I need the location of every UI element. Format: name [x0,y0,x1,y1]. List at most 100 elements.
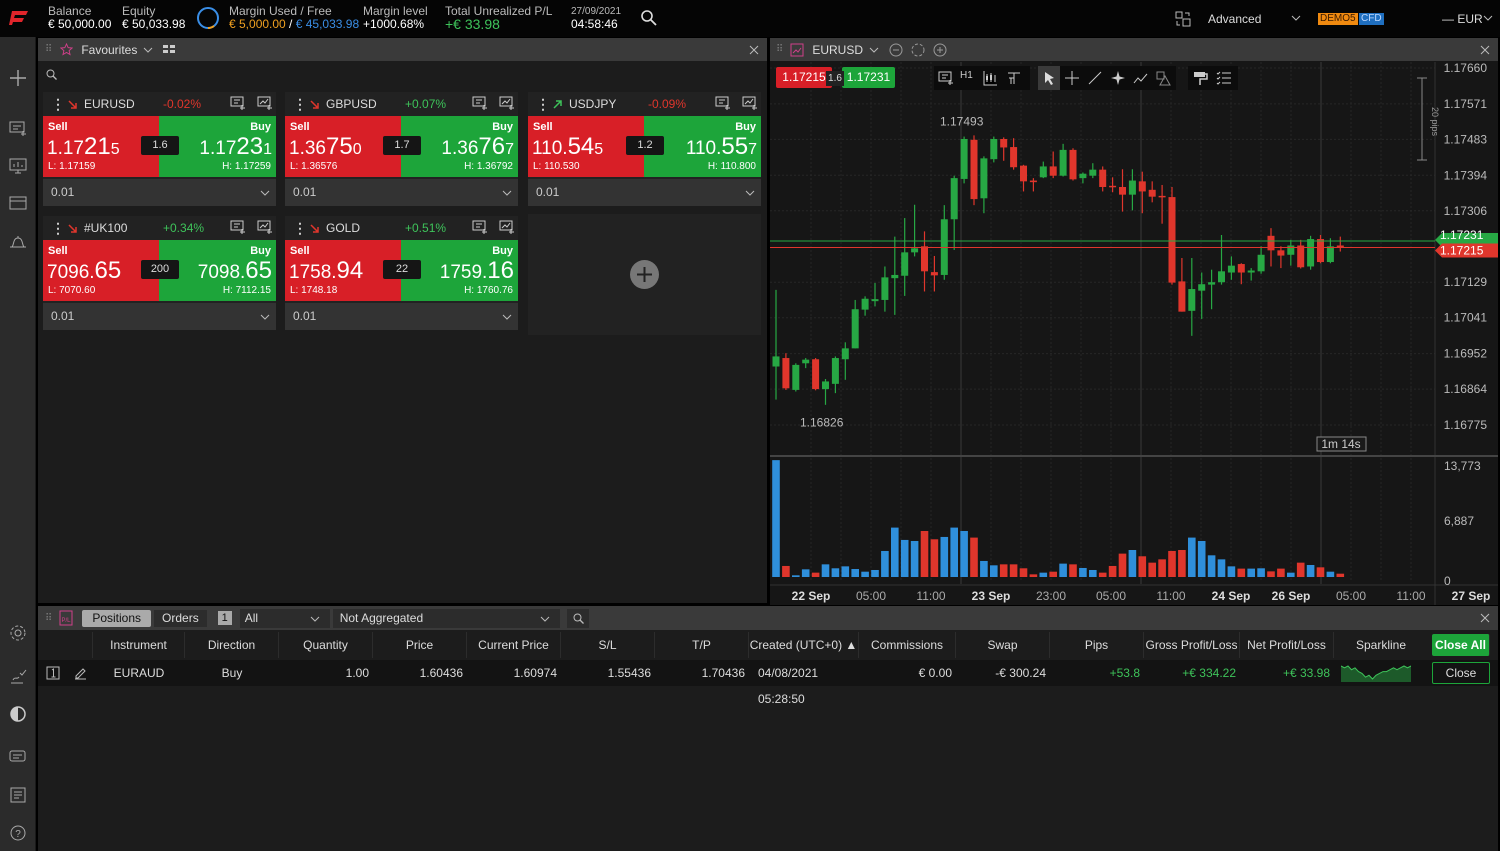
search-icon[interactable] [46,69,57,80]
col-created[interactable]: Created (UTC+0) ▲ [749,632,859,658]
edit-pencil-icon[interactable] [73,666,87,680]
quantity-dropdown[interactable]: 0.01 [285,303,518,330]
col-gross-pl[interactable]: Gross Profit/Loss [1144,632,1240,658]
positions-search-button[interactable] [566,608,589,628]
fit-icon[interactable] [911,43,925,57]
card-icon[interactable] [8,193,28,213]
tile-menu-icon[interactable]: ⋮ [536,96,550,113]
drag-handle-icon[interactable]: ⠿ [776,44,783,55]
close-icon[interactable] [1480,613,1490,623]
tile-symbol[interactable]: USDJPY [569,97,616,111]
new-order-icon[interactable] [715,96,731,111]
paint-roller-icon[interactable] [1192,70,1208,86]
col-instrument[interactable]: Instrument [93,632,185,658]
currency-dropdown[interactable]: — EUR [1442,12,1483,26]
cell-price: 1.60436 [419,666,463,680]
col-quantity[interactable]: Quantity [279,632,373,658]
col-sl[interactable]: S/L [561,632,655,658]
magic-tool-icon[interactable] [1110,70,1126,86]
quantity-dropdown[interactable]: 0.01 [285,179,518,206]
col-direction[interactable]: Direction [185,632,279,658]
tile-symbol[interactable]: GOLD [326,221,360,235]
table-row[interactable]: EURAUD Buy 1.00 1.60436 1.60974 1.55436 … [38,660,1498,706]
news-icon[interactable] [8,785,28,805]
col-pips[interactable]: Pips [1050,632,1144,658]
close-all-button[interactable]: Close All [1432,634,1490,656]
crosshair-icon[interactable] [1064,70,1080,86]
cursor-arrow-icon[interactable] [1041,70,1057,86]
col-net-pl[interactable]: Net Profit/Loss [1240,632,1334,658]
close-icon[interactable] [1480,45,1490,55]
tile-menu-icon[interactable]: ⋮ [51,220,65,237]
tab-orders[interactable]: Orders [154,609,207,627]
gear-icon[interactable] [8,623,28,643]
bell-icon[interactable] [8,232,28,252]
timeframe-button[interactable]: H1 [960,70,973,81]
col-price[interactable]: Price [373,632,467,658]
search-icon[interactable] [640,9,658,27]
new-order-icon[interactable] [472,96,488,111]
position-number-icon[interactable] [46,666,60,680]
open-chart-icon[interactable] [499,220,515,235]
chart-buy-button[interactable]: 1.17231 [842,67,895,88]
tile-menu-icon[interactable]: ⋮ [293,96,307,113]
chevron-down-icon[interactable] [1483,15,1493,21]
drag-handle-icon[interactable]: ⠿ [45,613,52,624]
quantity-dropdown[interactable]: 0.01 [528,179,761,206]
chat-icon[interactable] [8,747,28,767]
candles-type-icon[interactable] [982,70,998,86]
tile-symbol[interactable]: GBPUSD [326,97,377,111]
chevron-down-icon[interactable] [869,47,879,53]
layout-switch-icon[interactable] [1175,11,1191,27]
new-order-icon[interactable] [8,118,28,138]
chevron-down-icon[interactable] [1291,15,1301,21]
new-order-icon[interactable] [230,220,246,235]
tile-menu-icon[interactable]: ⋮ [293,220,307,237]
close-icon[interactable] [749,45,759,55]
polyline-icon[interactable] [1133,70,1149,86]
grid-view-icon[interactable] [163,44,176,55]
close-position-button[interactable]: Close [1432,662,1490,684]
col-current-price[interactable]: Current Price [467,632,561,658]
chart-monitor-icon[interactable] [8,156,28,176]
col-swap[interactable]: Swap [956,632,1050,658]
objects-list-icon[interactable] [1216,70,1232,86]
text-tool-icon[interactable] [1006,70,1022,86]
zoom-in-icon[interactable] [933,43,947,57]
plus-icon[interactable] [8,68,28,88]
open-chart-icon[interactable] [257,96,273,111]
help-icon[interactable]: ? [8,823,28,843]
price-chart[interactable]: 1.17660 1.17571 1.17483 1.17394 1.17306 1.171… [770,62,1498,605]
chevron-down-icon[interactable] [143,47,153,53]
add-tile-button[interactable] [630,260,659,289]
zoom-out-icon[interactable] [889,43,903,57]
aggregation-dropdown[interactable]: Not Aggregated [332,608,560,628]
new-order-icon[interactable] [472,220,488,235]
chart-symbol[interactable]: EURUSD [812,43,863,57]
new-order-icon[interactable] [230,96,246,111]
col-tp[interactable]: T/P [655,632,749,658]
open-chart-icon[interactable] [499,96,515,111]
filter-dropdown[interactable]: All [239,608,330,628]
quantity-dropdown[interactable]: 0.01 [43,179,276,206]
open-chart-icon[interactable] [257,220,273,235]
drag-handle-icon[interactable]: ⠿ [45,44,52,55]
cell-tp[interactable]: 1.70436 [655,660,749,686]
add-order-icon[interactable] [938,70,954,86]
theme-toggle-icon[interactable] [8,704,28,724]
cell-sl[interactable]: 1.55436 [561,660,655,686]
favourites-title[interactable]: Favourites [81,43,137,57]
shapes-icon[interactable] [1155,70,1171,86]
open-chart-icon[interactable] [742,96,758,111]
tab-positions[interactable]: Positions [82,609,152,627]
quantity-dropdown[interactable]: 0.01 [43,303,276,330]
mode-dropdown[interactable]: Advanced [1208,12,1261,26]
tile-menu-icon[interactable]: ⋮ [51,96,65,113]
tile-symbol[interactable]: EURUSD [84,97,135,111]
chart-sell-button[interactable]: 1.17215 [776,67,832,88]
col-commissions[interactable]: Commissions [859,632,956,658]
sign-icon[interactable] [8,667,28,687]
symbol-search-row[interactable] [38,62,767,86]
tile-symbol[interactable]: #UK100 [84,221,127,235]
trend-line-icon[interactable] [1087,70,1103,86]
